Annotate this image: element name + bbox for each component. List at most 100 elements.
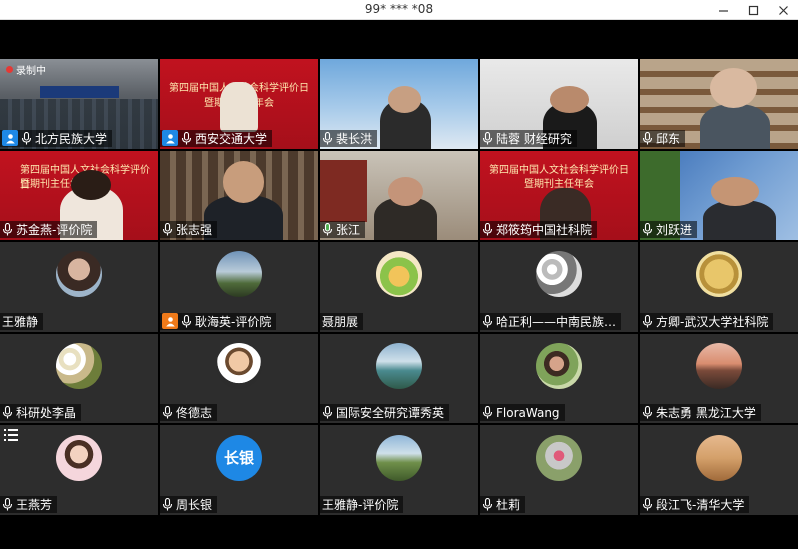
participant-label: FloraWang xyxy=(480,404,565,422)
avatar xyxy=(696,434,742,481)
banner-line1: 第四届中国人文社会科学评价日 xyxy=(489,164,629,176)
participant-tile[interactable]: 王燕芳 xyxy=(0,425,158,515)
participant-label: 邱东 xyxy=(640,129,686,147)
participant-label: 裴长洪 xyxy=(320,129,378,147)
participant-tile[interactable]: 国际安全研究谭秀英 xyxy=(320,333,478,424)
participant-tile[interactable]: 刘跃进 xyxy=(640,150,798,241)
mic-icon xyxy=(482,406,493,419)
participant-name: 方卿-武汉大学社科院 xyxy=(656,314,769,329)
participant-name: 杜莉 xyxy=(496,497,521,512)
participant-grid: 录制中 北方民族大学 第四届中国人文社会科学评价日 暨期刊主任年会 西安交通大学 xyxy=(0,59,798,515)
participant-label: 朱志勇 黑龙江大学 xyxy=(640,404,761,422)
mic-icon xyxy=(642,131,653,145)
window-controls xyxy=(708,0,798,20)
participant-tile[interactable]: 王雅静 xyxy=(0,242,158,332)
participant-label: 科研处李晶 xyxy=(0,404,82,422)
avatar xyxy=(376,434,422,481)
mic-icon xyxy=(322,406,333,419)
host-icon xyxy=(162,130,178,147)
participant-tile[interactable]: 第四届中国人文社会科学评价日 暨期刊主任年会 郑筱筠中国社科院 xyxy=(480,150,638,241)
mic-active-icon xyxy=(322,223,333,236)
participant-name: 裴长洪 xyxy=(336,131,373,146)
participant-label: 张江 xyxy=(320,221,366,239)
avatar xyxy=(216,251,262,298)
mic-icon xyxy=(482,314,493,328)
participant-name: 王燕芳 xyxy=(16,497,53,512)
participant-tile[interactable]: 陆蓉 财经研究 xyxy=(480,59,638,149)
avatar xyxy=(56,434,102,481)
participant-name: FloraWang xyxy=(496,405,560,420)
mic-icon xyxy=(482,223,493,236)
minimize-button[interactable] xyxy=(708,0,738,20)
participant-tile[interactable]: 杜莉 xyxy=(480,425,638,515)
participant-label: 王燕芳 xyxy=(0,495,58,513)
participant-tile[interactable]: 科研处李晶 xyxy=(0,333,158,424)
participant-tile[interactable]: 邱东 xyxy=(640,59,798,149)
record-dot-icon xyxy=(6,66,13,73)
participant-name: 聂朋展 xyxy=(322,314,359,329)
participant-label: 佟德志 xyxy=(160,404,218,422)
avatar xyxy=(696,251,742,298)
participant-tile[interactable]: 朱志勇 黑龙江大学 xyxy=(640,333,798,424)
participant-tile[interactable]: 录制中 北方民族大学 xyxy=(0,59,158,149)
participant-name: 北方民族大学 xyxy=(35,131,108,146)
person-icon xyxy=(162,313,178,330)
mic-icon xyxy=(2,497,13,511)
participant-tile[interactable]: 第四届中国人文社会科学评价日 暨期刊主任年会 西安交通大学 xyxy=(160,59,318,149)
participant-tile[interactable]: 长银 周长银 xyxy=(160,425,318,515)
avatar xyxy=(56,251,102,298)
mic-icon xyxy=(482,131,493,145)
participant-tile[interactable]: 张志强 xyxy=(160,150,318,241)
participant-name: 哈正利——中南民族… xyxy=(496,314,617,329)
maximize-icon xyxy=(748,5,758,15)
menu-list-icon[interactable] xyxy=(4,429,18,442)
avatar xyxy=(216,343,262,390)
maximize-button[interactable] xyxy=(738,0,768,20)
participant-label: 王雅静-评价院 xyxy=(320,495,404,513)
participant-label: 苏金燕-评价院 xyxy=(0,221,98,239)
window-title: 99* *** *08 xyxy=(364,2,434,16)
participant-label: 北方民族大学 xyxy=(0,129,113,147)
participant-label: 方卿-武汉大学社科院 xyxy=(640,312,774,330)
participant-name: 佟德志 xyxy=(176,406,213,421)
host-icon xyxy=(2,130,18,147)
participant-tile[interactable]: FloraWang xyxy=(480,333,638,424)
participant-tile[interactable]: 第四届中国人文社会科学评价日 暨期刊主任年会 苏金燕-评价院 xyxy=(0,150,158,241)
participant-name: 朱志勇 黑龙江大学 xyxy=(656,406,756,421)
recording-indicator: 录制中 xyxy=(6,62,46,77)
participant-tile[interactable]: 耿海英-评价院 xyxy=(160,242,318,332)
participant-label: 周长银 xyxy=(160,495,218,513)
participant-label: 郑筱筠中国社科院 xyxy=(480,221,598,239)
participant-label: 耿海英-评价院 xyxy=(160,312,277,330)
mic-icon xyxy=(181,314,192,328)
participant-label: 陆蓉 财经研究 xyxy=(480,129,577,147)
close-button[interactable] xyxy=(768,0,798,20)
mic-icon xyxy=(642,497,653,511)
participant-tile[interactable]: 裴长洪 xyxy=(320,59,478,149)
participant-label: 聂朋展 xyxy=(320,312,364,330)
mic-icon xyxy=(162,223,173,236)
participant-name: 西安交通大学 xyxy=(195,131,268,146)
participant-name: 张志强 xyxy=(176,223,213,238)
participant-label: 张志强 xyxy=(160,221,218,239)
participant-tile[interactable]: 王雅静-评价院 xyxy=(320,425,478,515)
mic-icon xyxy=(642,223,653,236)
avatar xyxy=(536,434,582,481)
avatar xyxy=(376,343,422,390)
mic-icon xyxy=(2,406,13,419)
minimize-icon xyxy=(718,9,728,12)
participant-name: 刘跃进 xyxy=(656,223,693,238)
participant-tile[interactable]: 段江飞-清华大学 xyxy=(640,425,798,515)
participant-tile[interactable]: 哈正利——中南民族… xyxy=(480,242,638,332)
participant-name: 王雅静 xyxy=(2,314,39,329)
participant-tile[interactable]: 聂朋展 xyxy=(320,242,478,332)
participant-name: 陆蓉 财经研究 xyxy=(496,131,572,146)
avatar: 长银 xyxy=(216,434,262,481)
participant-tile[interactable]: 佟德志 xyxy=(160,333,318,424)
mic-icon xyxy=(21,131,32,145)
participant-name: 邱东 xyxy=(656,131,681,146)
participant-tile[interactable]: 张江 xyxy=(320,150,478,241)
participant-name: 耿海英-评价院 xyxy=(195,314,272,329)
participant-tile[interactable]: 方卿-武汉大学社科院 xyxy=(640,242,798,332)
close-icon xyxy=(778,5,788,15)
